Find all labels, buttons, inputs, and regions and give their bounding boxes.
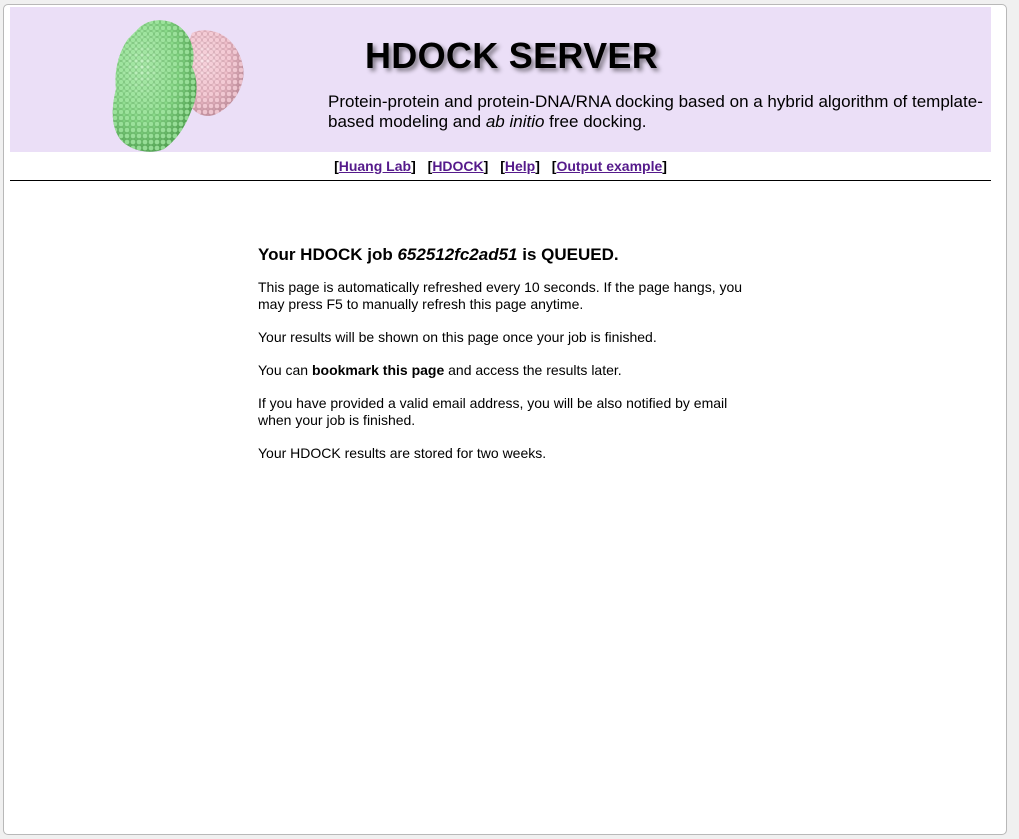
nav-item-output-example: [Output example] [551, 158, 667, 174]
results-note: Your results will be shown on this page … [258, 329, 657, 345]
job-status-panel: Your HDOCK job 652512fc2ad51 is QUEUED. … [258, 245, 758, 478]
hdock-link[interactable]: HDOCK [432, 158, 483, 174]
nav-item-hdock: [HDOCK] [427, 158, 489, 174]
huang-lab-link[interactable]: Huang Lab [339, 158, 411, 174]
help-link[interactable]: Help [505, 158, 535, 174]
protein-complex-logo-icon [100, 13, 250, 153]
site-title: HDOCK SERVER [365, 35, 658, 76]
job-status-heading: Your HDOCK job 652512fc2ad51 is QUEUED. [258, 245, 619, 264]
nav-item-help: [Help] [500, 158, 540, 174]
refresh-note: This page is automatically refreshed eve… [258, 279, 743, 312]
job-id: 652512fc2ad51 [397, 245, 518, 264]
email-note: If you have provided a valid email addre… [258, 395, 728, 428]
job-status: is QUEUED. [517, 245, 619, 264]
nav-item-huang-lab: [Huang Lab] [334, 158, 416, 174]
top-nav: [Huang Lab] [HDOCK] [Help] [Output examp… [10, 158, 991, 174]
bookmark-note: You can bookmark this page and access th… [258, 362, 622, 378]
output-example-link[interactable]: Output example [556, 158, 662, 174]
header-banner: HDOCK SERVER Protein-protein and protein… [10, 7, 991, 152]
header-divider [10, 180, 991, 181]
site-tagline: Protein-protein and protein-DNA/RNA dock… [328, 92, 983, 131]
storage-note: Your HDOCK results are stored for two we… [258, 445, 547, 461]
